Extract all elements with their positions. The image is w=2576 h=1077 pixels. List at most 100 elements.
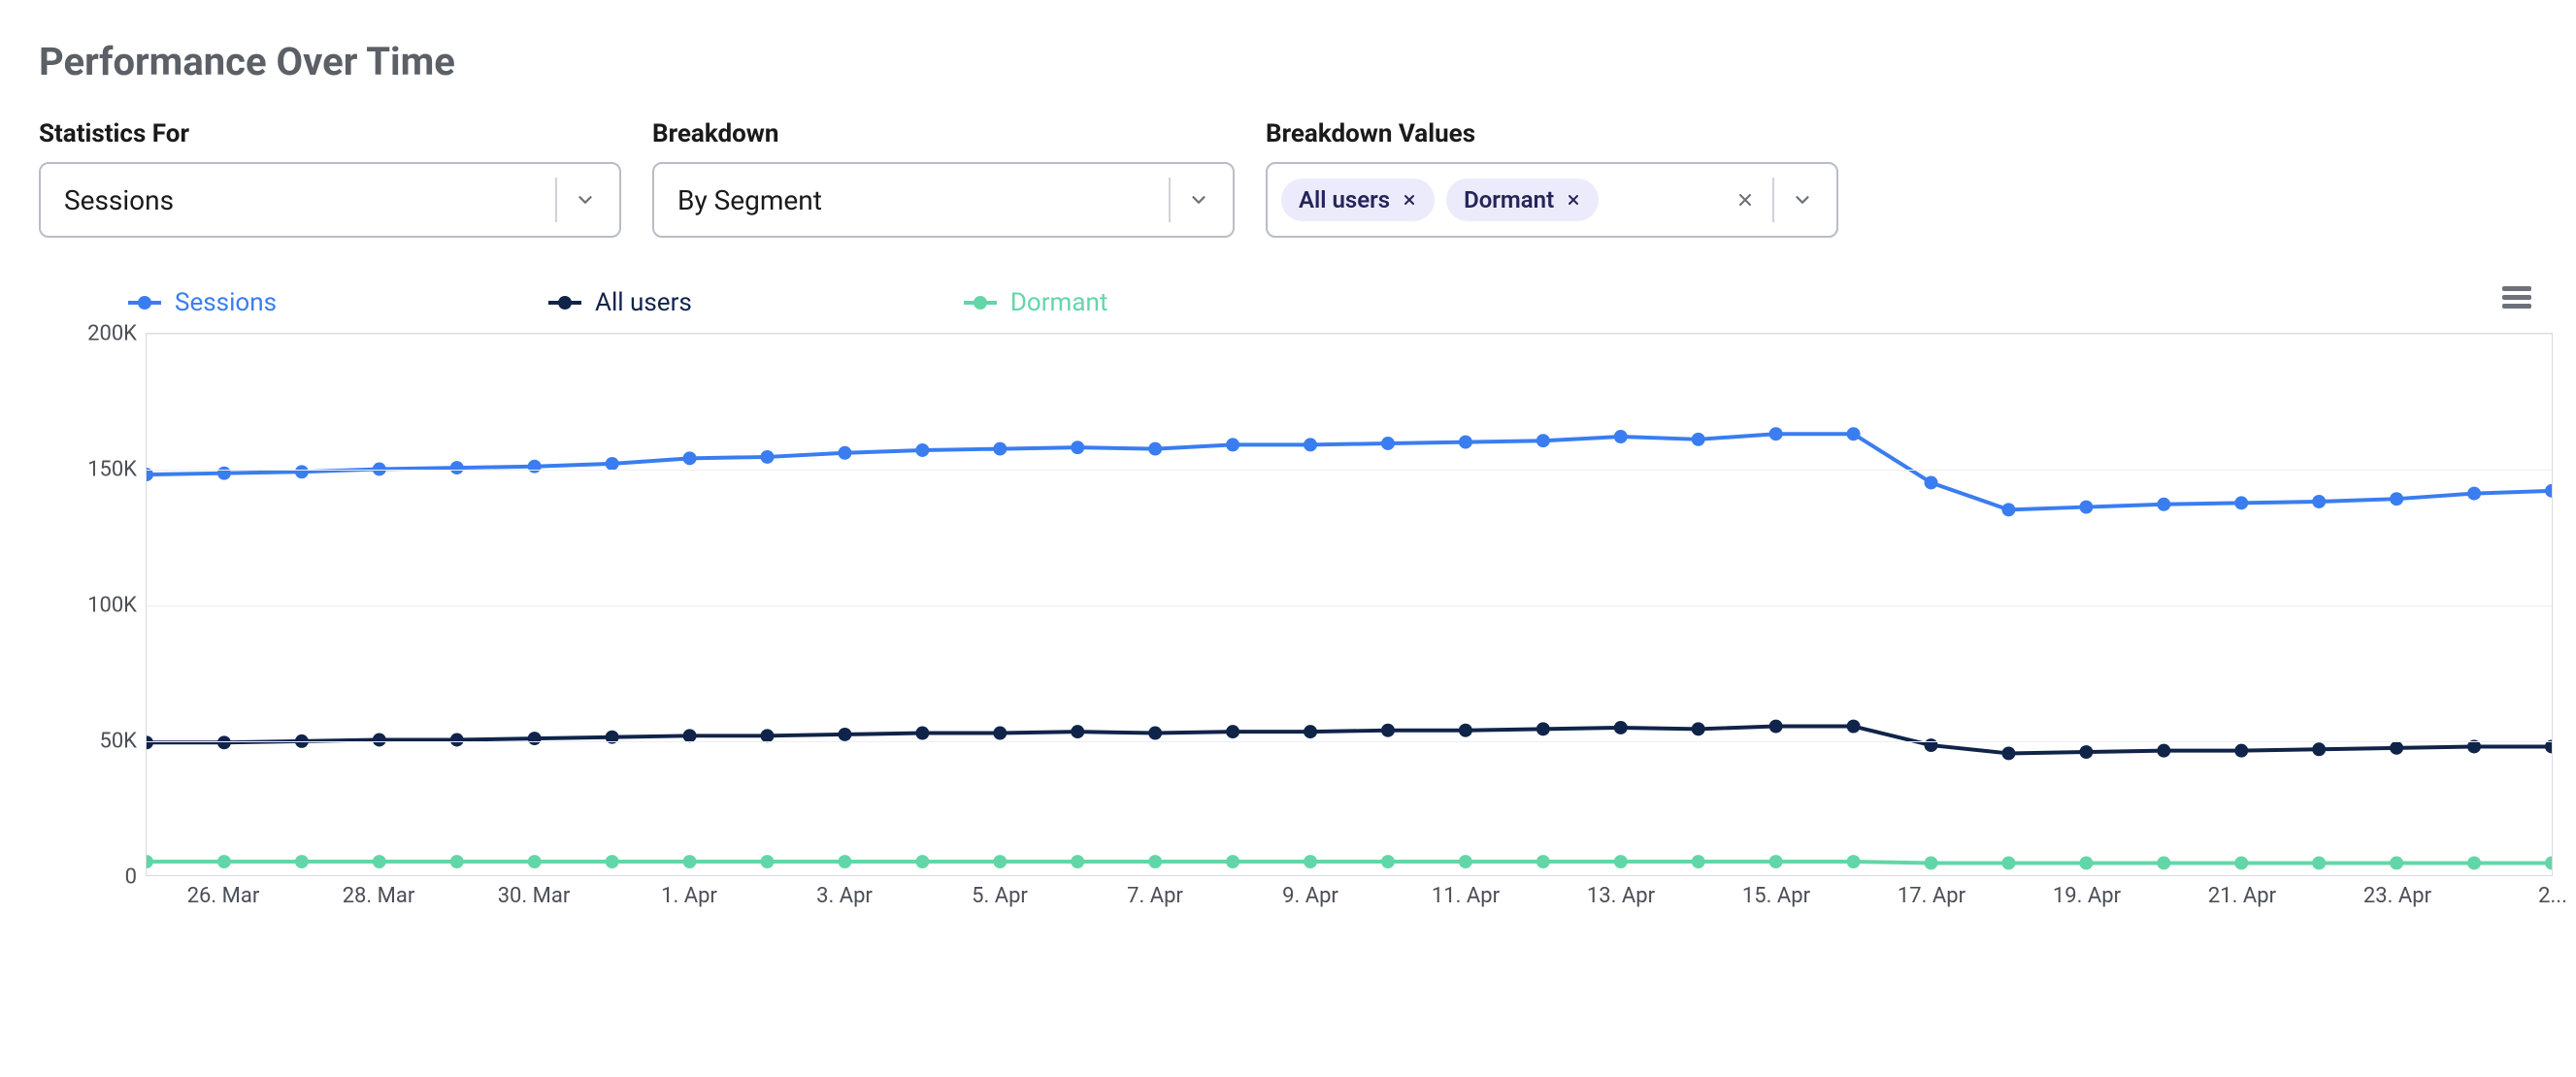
data-point[interactable] (295, 465, 309, 478)
data-point[interactable] (1847, 855, 1861, 868)
data-point[interactable] (1148, 727, 1162, 740)
data-point[interactable] (528, 732, 542, 745)
data-point[interactable] (2157, 744, 2170, 758)
data-point[interactable] (915, 855, 929, 868)
data-point[interactable] (1381, 437, 1395, 450)
data-point[interactable] (1769, 427, 1783, 441)
data-point[interactable] (2001, 746, 2015, 760)
data-point[interactable] (450, 461, 464, 474)
data-point[interactable] (2001, 503, 2015, 516)
data-point[interactable] (1071, 725, 1084, 738)
data-point[interactable] (1769, 720, 1783, 734)
data-point[interactable] (1536, 855, 1550, 868)
data-point[interactable] (993, 855, 1007, 868)
data-point[interactable] (217, 735, 231, 749)
data-point[interactable] (1381, 724, 1395, 737)
data-point[interactable] (915, 443, 929, 457)
legend-item-all-users[interactable]: All users (548, 288, 692, 317)
chip-remove-icon[interactable] (1402, 192, 1417, 208)
data-point[interactable] (528, 855, 542, 868)
data-point[interactable] (147, 855, 153, 868)
chart-menu-icon[interactable] (2496, 277, 2537, 318)
data-point[interactable] (2312, 495, 2326, 508)
data-point[interactable] (2467, 487, 2481, 501)
data-point[interactable] (2312, 856, 2326, 869)
statistics-for-select[interactable]: Sessions (39, 162, 621, 238)
data-point[interactable] (2467, 856, 2481, 869)
data-point[interactable] (683, 451, 697, 465)
data-point[interactable] (1692, 433, 1705, 446)
breakdown-values-select[interactable]: All users Dormant (1266, 162, 1838, 238)
data-point[interactable] (2390, 741, 2403, 755)
data-point[interactable] (147, 735, 153, 749)
data-point[interactable] (2545, 856, 2552, 869)
data-point[interactable] (1459, 724, 1472, 737)
data-point[interactable] (1459, 436, 1472, 449)
data-point[interactable] (993, 442, 1007, 456)
data-point[interactable] (838, 446, 851, 460)
data-point[interactable] (2234, 496, 2248, 509)
data-point[interactable] (373, 855, 386, 868)
data-point[interactable] (2390, 856, 2403, 869)
data-point[interactable] (993, 727, 1007, 740)
data-point[interactable] (2545, 484, 2552, 498)
data-point[interactable] (1226, 725, 1239, 738)
data-point[interactable] (450, 734, 464, 747)
data-point[interactable] (2312, 742, 2326, 756)
data-point[interactable] (217, 855, 231, 868)
data-point[interactable] (1692, 722, 1705, 735)
data-point[interactable] (2234, 744, 2248, 758)
data-point[interactable] (1847, 427, 1861, 441)
data-point[interactable] (2234, 856, 2248, 869)
data-point[interactable] (295, 855, 309, 868)
data-point[interactable] (1304, 438, 1317, 451)
data-point[interactable] (450, 855, 464, 868)
data-point[interactable] (1459, 855, 1472, 868)
data-point[interactable] (683, 855, 697, 868)
data-point[interactable] (1304, 725, 1317, 738)
data-point[interactable] (606, 457, 619, 471)
data-point[interactable] (528, 460, 542, 473)
chip-remove-icon[interactable] (1566, 192, 1581, 208)
chevron-down-icon[interactable] (575, 189, 596, 211)
data-point[interactable] (2390, 492, 2403, 506)
data-point[interactable] (2001, 856, 2015, 869)
clear-all-icon[interactable] (1735, 190, 1755, 210)
data-point[interactable] (373, 734, 386, 747)
chart-plot-area[interactable]: 050K100K150K200K (146, 333, 2553, 876)
breakdown-select[interactable]: By Segment (652, 162, 1235, 238)
data-point[interactable] (217, 467, 231, 480)
data-point[interactable] (1226, 855, 1239, 868)
data-point[interactable] (760, 855, 774, 868)
data-point[interactable] (1381, 855, 1395, 868)
data-point[interactable] (1614, 721, 1628, 734)
data-point[interactable] (838, 855, 851, 868)
data-point[interactable] (1071, 855, 1084, 868)
legend-item-dormant[interactable]: Dormant (964, 288, 1108, 317)
data-point[interactable] (1226, 438, 1239, 451)
data-point[interactable] (1148, 442, 1162, 456)
data-point[interactable] (1847, 720, 1861, 734)
data-point[interactable] (1536, 434, 1550, 447)
data-point[interactable] (1769, 855, 1783, 868)
data-point[interactable] (2157, 498, 2170, 511)
data-point[interactable] (1692, 855, 1705, 868)
data-point[interactable] (760, 450, 774, 464)
data-point[interactable] (838, 728, 851, 741)
data-point[interactable] (2079, 745, 2093, 759)
data-point[interactable] (1614, 430, 1628, 443)
data-point[interactable] (1925, 475, 1938, 489)
data-point[interactable] (1925, 856, 1938, 869)
data-point[interactable] (1304, 855, 1317, 868)
data-point[interactable] (2079, 501, 2093, 514)
data-point[interactable] (1071, 441, 1084, 454)
legend-item-sessions[interactable]: Sessions (128, 288, 277, 317)
data-point[interactable] (2079, 856, 2093, 869)
data-point[interactable] (1148, 855, 1162, 868)
data-point[interactable] (2157, 856, 2170, 869)
data-point[interactable] (915, 727, 929, 740)
data-point[interactable] (1536, 722, 1550, 735)
data-point[interactable] (1614, 855, 1628, 868)
chevron-down-icon[interactable] (1792, 189, 1813, 211)
chevron-down-icon[interactable] (1188, 189, 1209, 211)
